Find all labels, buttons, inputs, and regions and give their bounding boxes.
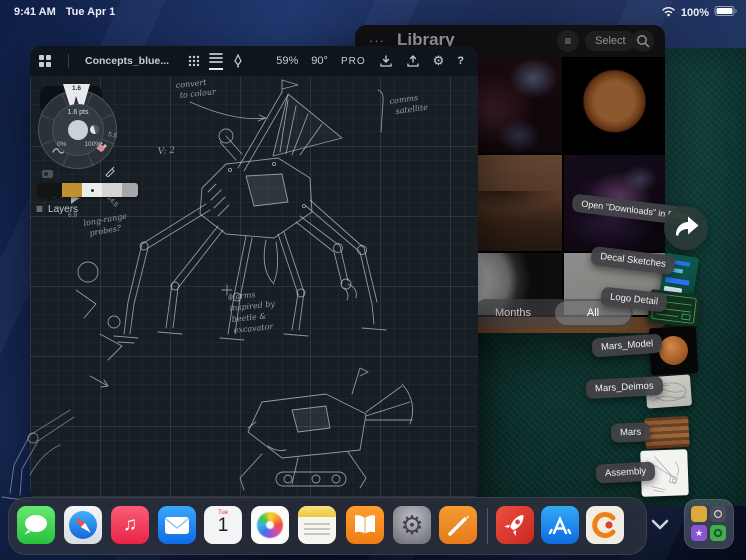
settings-app-icon[interactable]: ⚙	[393, 506, 431, 544]
lines-view-icon[interactable]	[209, 52, 224, 70]
status-time: 9:41 AM	[14, 6, 56, 18]
dots-grid-icon[interactable]	[187, 54, 201, 68]
calendar-app-icon[interactable]: Tue 1	[204, 506, 242, 544]
color-chip-white[interactable]	[82, 183, 102, 197]
messages-app-icon[interactable]	[17, 506, 55, 544]
concepts-toolbar: Concepts_blue... 59% 90° PRO ⚙ ?	[30, 46, 478, 77]
tab-months[interactable]: Months	[473, 299, 553, 327]
color-chip-lightgray[interactable]	[102, 183, 122, 197]
dock: ♫ Tue 1 ⚙	[8, 497, 647, 555]
color-chip-gray[interactable]	[122, 183, 138, 197]
sketch-pen-app-icon[interactable]	[439, 506, 477, 544]
color-chip-black[interactable]	[38, 183, 62, 197]
rocket-app-icon[interactable]	[496, 506, 534, 544]
dock-divider	[487, 508, 488, 544]
layers-button[interactable]: ≡ Layers	[36, 202, 78, 216]
drag-thumb-mars[interactable]	[644, 415, 690, 450]
gallery-grid-icon[interactable]	[38, 54, 52, 68]
search-icon[interactable]	[632, 30, 654, 52]
forward-arrow-icon	[676, 216, 699, 236]
document-title[interactable]: Concepts_blue...	[85, 55, 169, 67]
opacity-min: 0%	[57, 141, 67, 148]
select-button[interactable]: Select	[585, 31, 636, 51]
battery-percent: 100%	[680, 6, 709, 19]
chevron-down-button[interactable]	[648, 514, 672, 534]
app-library-icon[interactable]: ★	[684, 499, 734, 549]
safari-app-icon[interactable]	[64, 506, 102, 544]
pen-tool-icon[interactable]	[104, 164, 116, 182]
color-chip-gold[interactable]	[62, 183, 82, 197]
settings-gear-icon[interactable]: ⚙	[433, 54, 445, 69]
layers-label: Layers	[48, 203, 79, 215]
calendar-day: 1	[217, 515, 229, 536]
help-button[interactable]: ?	[457, 55, 464, 67]
toolbar-divider	[68, 54, 69, 68]
layers-icon: ≡	[36, 202, 44, 216]
import-icon[interactable]	[379, 54, 393, 68]
drag-label-assembly[interactable]: Assembly	[595, 461, 656, 484]
status-bar: 9:41 AM Tue Apr 1 100%	[0, 0, 746, 24]
battery-icon	[714, 5, 738, 20]
opacity-max: 100%	[84, 141, 101, 148]
opacity-moon-icon	[88, 123, 101, 136]
svg-text:V: 2: V: 2	[158, 146, 176, 157]
mail-app-icon[interactable]	[158, 506, 196, 544]
zoom-level[interactable]: 59%	[276, 55, 298, 67]
selected-color-dot	[90, 188, 94, 192]
photo-mars-globe[interactable]	[564, 57, 665, 153]
stroke-size-label: 1.6 pts	[67, 109, 89, 116]
pen-settings-icon[interactable]	[231, 53, 245, 68]
drag-label-mars[interactable]: Mars	[610, 422, 651, 443]
status-date: Tue Apr 1	[65, 6, 116, 18]
svg-text:excavator: excavator	[233, 322, 275, 335]
concepts-window[interactable]: convert to colour comms satellite V: 2 4…	[30, 46, 478, 501]
share-forward-button[interactable]	[664, 206, 708, 250]
photos-app-icon[interactable]	[251, 506, 289, 544]
notes-app-icon[interactable]	[298, 506, 336, 544]
view-options-icon[interactable]: ≡	[557, 30, 579, 52]
camera-tool-icon[interactable]	[42, 170, 53, 178]
color-palette	[38, 183, 138, 197]
export-icon[interactable]	[406, 54, 420, 68]
drag-label-mars-deimos[interactable]: Mars_Deimos	[585, 376, 664, 399]
app-library-mini-yellow	[691, 506, 707, 522]
concepts-app-icon[interactable]	[586, 506, 624, 544]
books-app-icon[interactable]	[346, 506, 384, 544]
pro-badge[interactable]: PRO	[341, 56, 366, 67]
music-app-icon[interactable]: ♫	[111, 506, 149, 544]
svg-text:4 arms: 4 arms	[226, 290, 256, 302]
rotation-value[interactable]: 90°	[311, 55, 328, 67]
app-library-mini-star: ★	[691, 525, 707, 541]
wheel-knob[interactable]	[68, 120, 88, 140]
wifi-icon	[661, 5, 676, 20]
app-library-mini-green	[710, 525, 726, 541]
app-library-mini-camera	[710, 506, 726, 522]
tool-wheel-center[interactable]: 1.6 pts 0% 100%	[52, 104, 104, 156]
stray-sketch-fragment	[1, 409, 75, 502]
app-store-app-icon[interactable]	[541, 506, 579, 544]
